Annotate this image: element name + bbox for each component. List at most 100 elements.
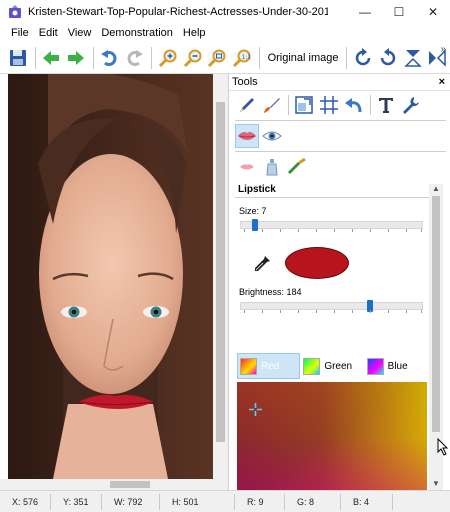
arrow-right-icon bbox=[68, 50, 85, 65]
rotate-counterclockwise-icon bbox=[380, 47, 396, 65]
selected-color-swatch[interactable] bbox=[285, 247, 349, 279]
tab-blue-label: Blue bbox=[387, 360, 408, 372]
tab-green[interactable]: Green bbox=[300, 353, 363, 379]
maximize-button[interactable]: ☐ bbox=[382, 0, 416, 24]
zoom-in-button[interactable] bbox=[156, 46, 180, 70]
divider bbox=[235, 151, 446, 152]
menu-edit[interactable]: Edit bbox=[34, 27, 63, 39]
forward-button[interactable] bbox=[64, 46, 88, 70]
tool-row-general bbox=[229, 91, 450, 119]
portrait-photo bbox=[8, 74, 213, 479]
tools-panel-header: Tools × bbox=[229, 74, 450, 91]
undo-tool-button[interactable] bbox=[342, 93, 366, 117]
foundation-button[interactable] bbox=[260, 155, 284, 179]
text-icon bbox=[379, 98, 393, 113]
text-tool-button[interactable] bbox=[374, 93, 398, 117]
rotate-cw-button[interactable] bbox=[351, 46, 375, 70]
undo-button[interactable] bbox=[98, 46, 122, 70]
status-bar: X: 576 Y: 351 W: 792 H: 501 R: 9 G: 8 B:… bbox=[0, 490, 450, 512]
mascara-brush-icon bbox=[287, 157, 306, 175]
tool-separator bbox=[288, 95, 289, 115]
tab-blue[interactable]: Blue bbox=[364, 353, 427, 379]
zoom-actual-icon: 1:1 bbox=[232, 49, 251, 67]
pencil-icon bbox=[240, 98, 254, 112]
status-y: Y: 351 bbox=[51, 493, 102, 510]
original-image-button[interactable]: Original image bbox=[264, 52, 343, 64]
scrollbar-thumb[interactable] bbox=[216, 102, 225, 442]
size-slider[interactable] bbox=[240, 219, 423, 231]
tab-red-label: Red bbox=[261, 360, 280, 372]
scrollbar-thumb[interactable] bbox=[432, 196, 440, 432]
crosshair-icon[interactable] bbox=[249, 403, 262, 416]
red-channel-icon bbox=[240, 357, 257, 375]
flip-vertical-icon bbox=[403, 49, 422, 67]
zoom-fit-icon bbox=[208, 49, 226, 67]
toolbar-separator bbox=[346, 46, 348, 69]
wrench-tool-button[interactable] bbox=[399, 93, 423, 117]
zoom-out-button[interactable] bbox=[181, 46, 205, 70]
image-canvas[interactable] bbox=[0, 74, 228, 490]
scroll-down-arrow-icon[interactable]: ▼ bbox=[432, 479, 440, 488]
size-slider-ticks bbox=[240, 229, 423, 233]
tab-green-label: Green bbox=[324, 360, 353, 372]
rotate-clockwise-icon bbox=[356, 47, 371, 65]
pencil-tool-button[interactable] bbox=[235, 93, 259, 117]
toolbar-separator bbox=[151, 46, 153, 69]
eye-icon bbox=[262, 131, 282, 141]
mascara-button[interactable] bbox=[285, 155, 309, 179]
eye-tool-button[interactable] bbox=[260, 124, 284, 148]
brightness-slider[interactable] bbox=[240, 300, 423, 312]
menu-help[interactable]: Help bbox=[178, 27, 211, 39]
crop-tool-button[interactable] bbox=[317, 93, 341, 117]
main-toolbar: 1:1 Original image » bbox=[0, 42, 450, 74]
zoom-actual-button[interactable]: 1:1 bbox=[230, 46, 254, 70]
redo-button[interactable] bbox=[122, 46, 146, 70]
toolbar-separator bbox=[34, 46, 36, 69]
minimize-button[interactable]: — bbox=[348, 0, 382, 24]
svg-text:1:1: 1:1 bbox=[241, 54, 251, 61]
status-width: W: 792 bbox=[102, 493, 160, 510]
window-title: Kristen-Stewart-Top-Popular-Richest-Actr… bbox=[28, 6, 328, 18]
menu-file[interactable]: File bbox=[6, 27, 34, 39]
tool-row-makeup bbox=[229, 153, 450, 181]
resize-tool-button[interactable] bbox=[292, 93, 316, 117]
menu-view[interactable]: View bbox=[63, 27, 97, 39]
save-button[interactable] bbox=[6, 46, 30, 70]
undo-icon bbox=[100, 49, 117, 66]
status-height: H: 501 bbox=[160, 493, 235, 510]
scrollbar-thumb[interactable] bbox=[110, 481, 150, 488]
brightness-slider-ticks bbox=[240, 310, 423, 314]
eyedropper-icon[interactable] bbox=[253, 255, 271, 273]
lipstick-tool-button[interactable] bbox=[235, 124, 259, 148]
menu-demonstration[interactable]: Demonstration bbox=[96, 27, 178, 39]
title-bar: Kristen-Stewart-Top-Popular-Richest-Actr… bbox=[0, 0, 450, 24]
back-button[interactable] bbox=[40, 46, 64, 70]
tab-red[interactable]: Red bbox=[237, 353, 301, 379]
color-row bbox=[229, 241, 429, 287]
zoom-fit-button[interactable] bbox=[205, 46, 229, 70]
scroll-up-arrow-icon[interactable]: ▲ bbox=[432, 184, 440, 193]
lip-color-button[interactable] bbox=[235, 155, 259, 179]
brush-tool-button[interactable] bbox=[260, 93, 284, 117]
status-red: R: 9 bbox=[235, 493, 285, 510]
image-horizontal-scrollbar[interactable] bbox=[0, 479, 228, 490]
green-channel-icon bbox=[303, 357, 321, 375]
tools-panel: Tools × Lipstick Size: 7 Brightness: 184… bbox=[228, 74, 450, 512]
tools-panel-close-button[interactable]: × bbox=[439, 76, 445, 88]
image-vertical-scrollbar[interactable] bbox=[213, 74, 228, 479]
close-button[interactable]: ✕ bbox=[416, 0, 450, 24]
redo-icon bbox=[127, 49, 144, 66]
toolbar-separator bbox=[258, 46, 260, 69]
section-title: Lipstick bbox=[238, 184, 276, 195]
resize-icon bbox=[295, 96, 313, 114]
toolbar-overflow-button[interactable]: » bbox=[440, 44, 446, 55]
status-x: X: 576 bbox=[0, 493, 51, 510]
divider bbox=[235, 120, 446, 121]
brightness-label: Brightness: 184 bbox=[239, 287, 302, 297]
rotate-ccw-button[interactable] bbox=[376, 46, 400, 70]
lips-icon bbox=[238, 132, 256, 140]
tools-panel-title: Tools bbox=[232, 76, 258, 88]
flip-vertical-button[interactable] bbox=[401, 46, 425, 70]
lipstick-section: Lipstick Size: 7 Brightness: 184 Red Gre… bbox=[229, 182, 429, 512]
blue-channel-icon bbox=[366, 357, 384, 375]
